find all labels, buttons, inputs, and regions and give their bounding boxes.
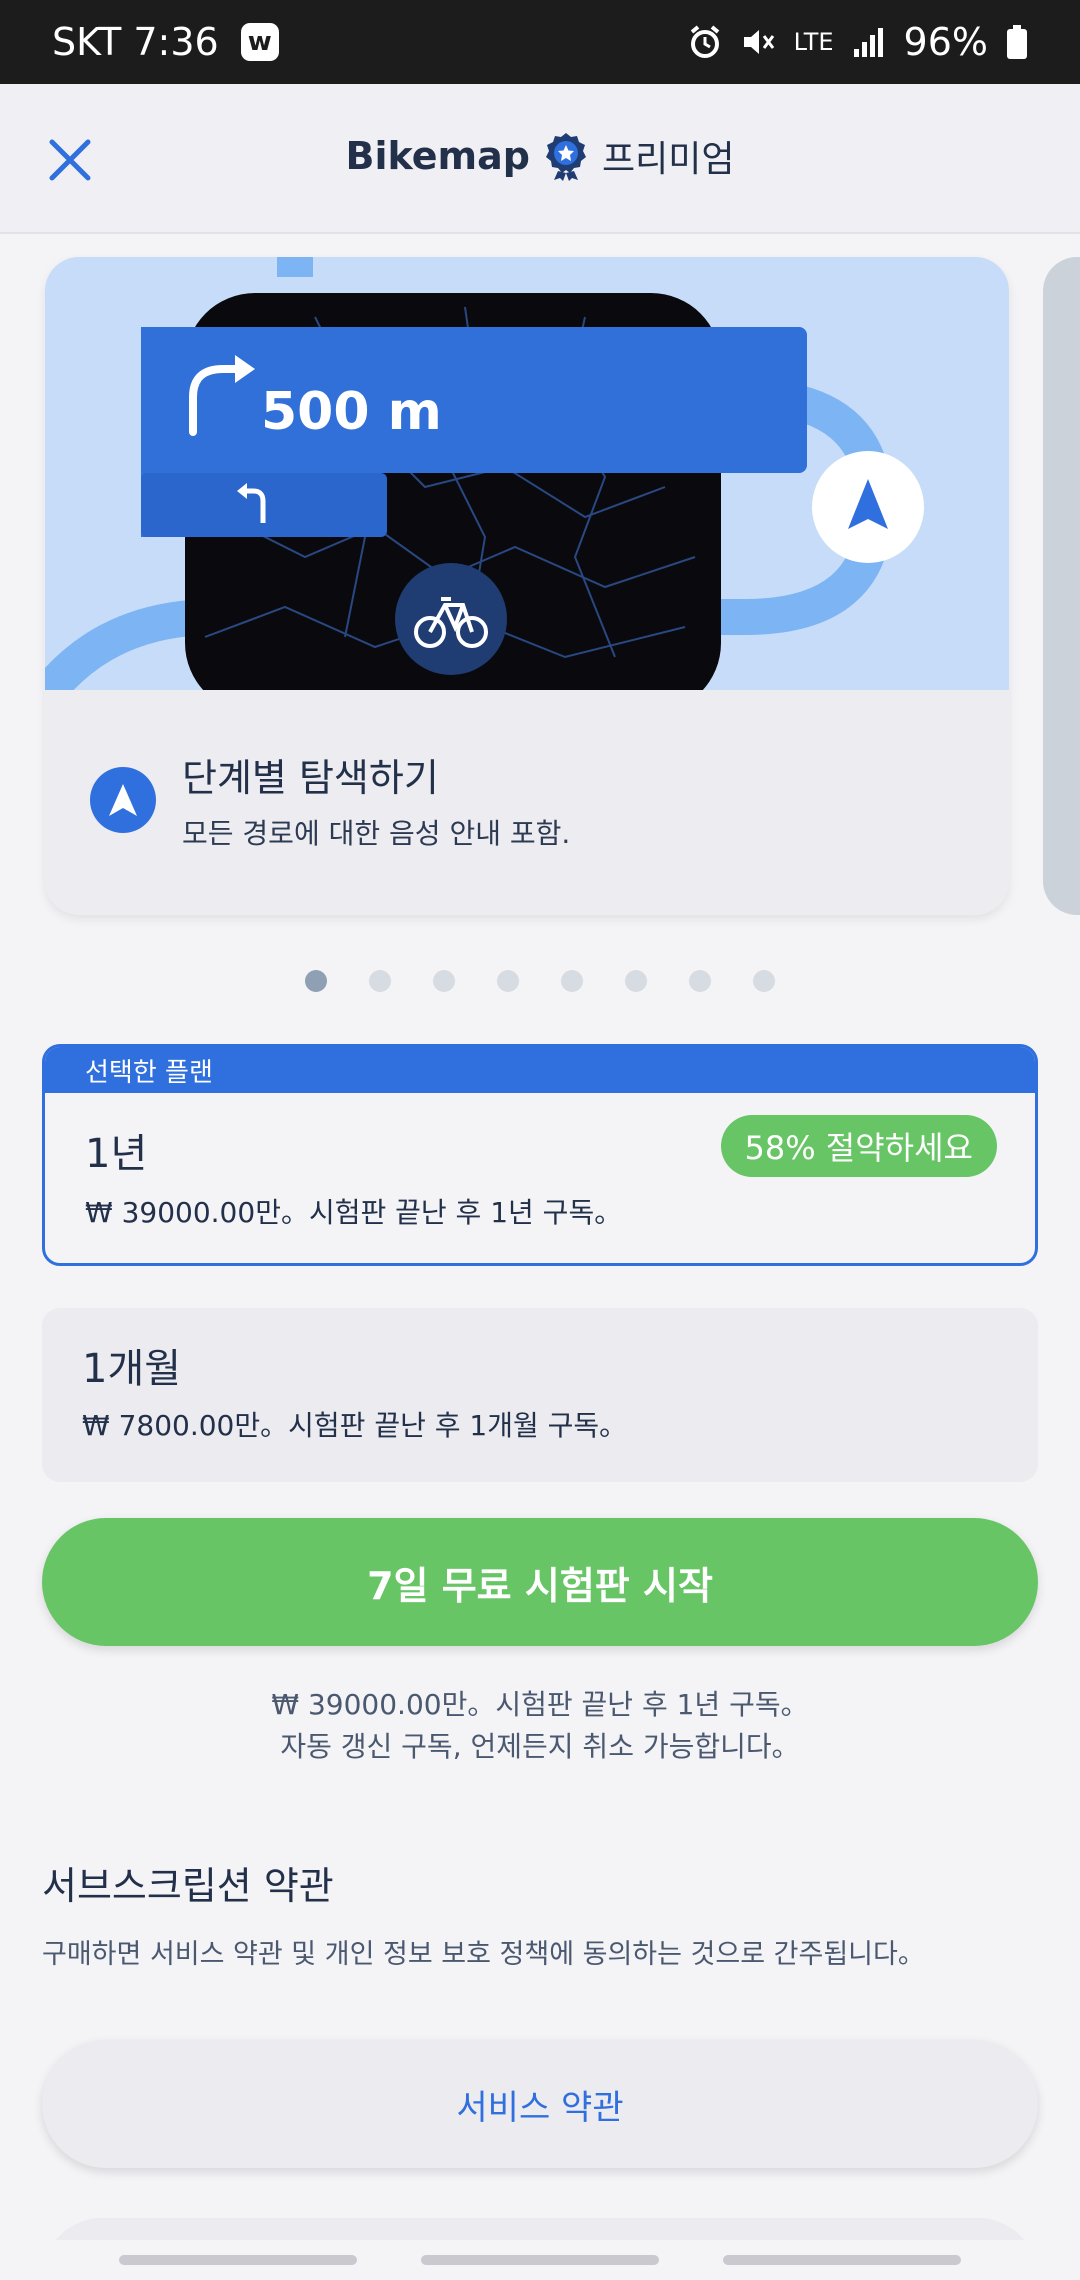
page-dot[interactable]	[753, 970, 775, 992]
terms-description: 구매하면 서비스 약관 및 개인 정보 보호 정책에 동의하는 것으로 간주됩니…	[42, 1939, 925, 1970]
carrier-time: SKT 7:36	[52, 20, 219, 64]
distance-label: 500 m	[261, 382, 442, 442]
service-terms-button[interactable]: 서비스 약관	[42, 2040, 1038, 2168]
bicycle-icon	[395, 563, 507, 675]
nav-recent[interactable]	[119, 2255, 357, 2265]
selected-plan-banner: 선택한 플랜	[45, 1047, 1035, 1093]
next-carousel-card[interactable]	[1043, 257, 1080, 915]
plan-option-yearly[interactable]: 선택한 플랜 1년 ₩ 39000.00만。시험판 끝난 후 1년 구독。 58…	[42, 1044, 1038, 1266]
mute-icon	[743, 30, 774, 54]
page-dot[interactable]	[497, 970, 519, 992]
page-title: Bikemap 프리미엄	[0, 130, 1080, 182]
status-bar: SKT 7:36 w LTE 96%	[0, 0, 1080, 84]
trial-note: ₩ 39000.00만。시험판 끝난 후 1년 구독。 자동 갱신 구독, 언제…	[0, 1684, 1080, 1768]
plan-name: 1개월	[82, 1346, 182, 1392]
alarm-icon	[690, 25, 719, 58]
terms-title: 서브스크립션 약관	[42, 1864, 334, 1908]
nav-home[interactable]	[421, 2255, 659, 2265]
page-dot[interactable]	[689, 970, 711, 992]
status-left: SKT 7:36 w	[52, 20, 279, 64]
page-dot[interactable]	[561, 970, 583, 992]
savings-badge: 58% 절약하세요	[720, 1115, 997, 1177]
plan-price: ₩ 7800.00만。시험판 끝난 후 1개월 구독。	[82, 1409, 628, 1442]
navigation-icon	[90, 766, 156, 833]
trial-note-line1: ₩ 39000.00만。시험판 끝난 후 1년 구독。	[271, 1688, 809, 1721]
feature-desc: 모든 경로에 대한 음성 안내 포함.	[182, 817, 571, 850]
system-nav-bar	[0, 2240, 1080, 2280]
page-dot[interactable]	[369, 970, 391, 992]
trial-note-line2: 자동 갱신 구독, 언제든지 취소 가능합니다。	[280, 1730, 800, 1763]
signal-icon	[853, 28, 883, 57]
app-header: Bikemap 프리미엄	[0, 84, 1080, 234]
start-trial-button[interactable]: 7일 무료 시험판 시작	[42, 1518, 1038, 1646]
plan-option-monthly[interactable]: 1개월 ₩ 7800.00만。시험판 끝난 후 1개월 구독。	[42, 1308, 1038, 1482]
plan-name: 1년	[85, 1131, 148, 1177]
navigation-illustration	[45, 257, 1009, 729]
premium-label: 프리미엄	[601, 139, 735, 180]
nav-back[interactable]	[723, 2255, 961, 2265]
network-type: LTE	[793, 28, 834, 56]
premium-badge-icon	[545, 133, 586, 181]
notification-app-icon: w	[240, 23, 279, 61]
carousel-pagination	[0, 970, 1080, 992]
battery-percent: 96%	[903, 20, 988, 64]
page-dot[interactable]	[305, 970, 327, 992]
plan-price: ₩ 39000.00만。시험판 끝난 후 1년 구독。	[85, 1196, 623, 1229]
brand-name: Bikemap	[345, 134, 530, 178]
status-right: LTE 96%	[688, 20, 1028, 64]
feature-description: 단계별 탐색하기 모든 경로에 대한 음성 안내 포함.	[90, 747, 570, 852]
page-dot[interactable]	[625, 970, 647, 992]
feature-carousel-card[interactable]: 500 m 단계별 탐색하기 모든 경로에 대한 음성 안내 포함.	[45, 257, 1009, 915]
feature-title: 단계별 탐색하기	[182, 756, 439, 800]
navigation-arrow-icon	[812, 451, 924, 563]
page-dot[interactable]	[433, 970, 455, 992]
battery-icon	[1007, 25, 1027, 59]
